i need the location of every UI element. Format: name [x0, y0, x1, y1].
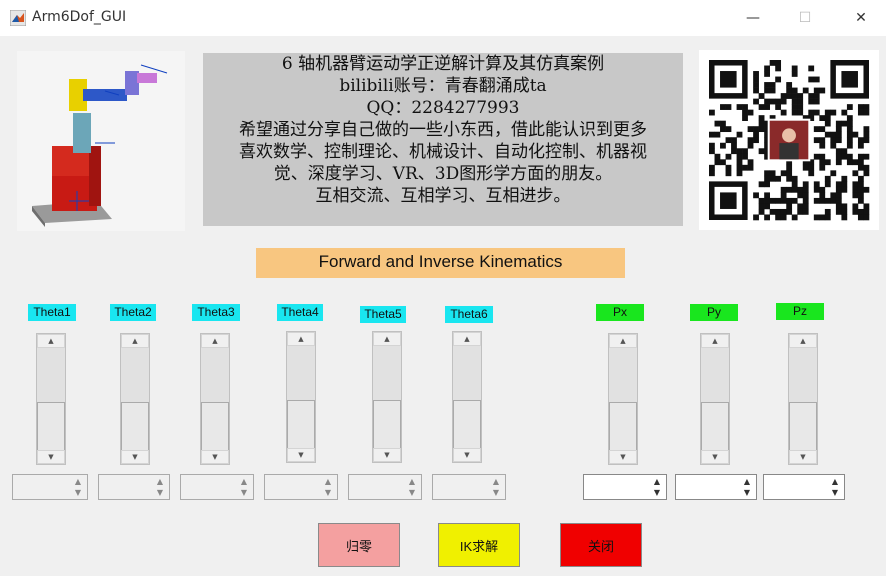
theta5-spinner[interactable]: ▲ ▼ [348, 474, 422, 500]
theta4-spinner[interactable]: ▲ ▼ [264, 474, 338, 500]
info-qq: QQ：2284277993 [366, 98, 520, 118]
theta2-slider-down-arrow[interactable]: ▼ [121, 450, 149, 464]
theta3-spinner[interactable]: ▲ ▼ [180, 474, 254, 500]
py-slider-thumb[interactable] [701, 402, 729, 452]
px-slider[interactable]: ▲ ▼ [608, 333, 638, 465]
theta3-slider[interactable]: ▲ ▼ [200, 333, 230, 465]
info-title: 6 轴机器臂运动学正逆解计算及其仿真案例 [281, 54, 605, 74]
px-spinner[interactable]: ▲ ▼ [583, 474, 667, 500]
pz-spinner[interactable]: ▲ ▼ [763, 474, 845, 500]
theta3-label: Theta3 [192, 304, 240, 321]
info-desc-2: 喜欢数学、控制理论、机械设计、自动化控制、机器视 [239, 142, 647, 162]
theta3-slider-up-arrow[interactable]: ▲ [201, 334, 229, 348]
theta5-slider-thumb[interactable] [373, 400, 401, 450]
theta6-slider-down-arrow[interactable]: ▼ [453, 448, 481, 462]
pz-slider-up-arrow[interactable]: ▲ [789, 334, 817, 348]
theta6-slider-up-arrow[interactable]: ▲ [453, 332, 481, 346]
py-slider[interactable]: ▲ ▼ [700, 333, 730, 465]
py-slider-down-arrow[interactable]: ▼ [701, 450, 729, 464]
window-title: Arm6Dof_GUI [32, 9, 127, 25]
pz-slider[interactable]: ▲ ▼ [788, 333, 818, 465]
theta5-spinner-arrows[interactable]: ▲ ▼ [405, 477, 419, 497]
ik-solve-button[interactable]: IK求解 [438, 523, 520, 567]
info-desc-1: 希望通过分享自己做的一些小东西，借此能认识到更多 [239, 120, 647, 140]
theta5-label: Theta5 [360, 306, 406, 323]
theta1-spinner[interactable]: ▲ ▼ [12, 474, 88, 500]
theta1-slider-thumb[interactable] [37, 402, 65, 452]
theta6-slider-thumb[interactable] [453, 400, 481, 450]
home-button[interactable]: 归零 [318, 523, 400, 567]
theta5-slider-down-arrow[interactable]: ▼ [373, 448, 401, 462]
matlab-app-icon [10, 10, 26, 26]
theta1-spinner-arrows[interactable]: ▲ ▼ [71, 477, 85, 497]
theta4-slider[interactable]: ▲ ▼ [286, 331, 316, 463]
theta4-slider-down-arrow[interactable]: ▼ [287, 448, 315, 462]
minimize-button[interactable]: — [730, 0, 776, 36]
theta2-slider-up-arrow[interactable]: ▲ [121, 334, 149, 348]
close-button[interactable]: 关闭 [560, 523, 642, 567]
theta6-slider[interactable]: ▲ ▼ [452, 331, 482, 463]
title-bar: Arm6Dof_GUI — ☐ ✕ [0, 0, 886, 36]
py-label: Py [690, 304, 738, 321]
pz-spinner-arrows[interactable]: ▲ ▼ [828, 477, 842, 497]
py-spinner-arrows[interactable]: ▲ ▼ [740, 477, 754, 497]
pz-slider-thumb[interactable] [789, 402, 817, 452]
theta3-spinner-arrows[interactable]: ▲ ▼ [237, 477, 251, 497]
theta6-label: Theta6 [445, 306, 493, 323]
theta6-spinner[interactable]: ▲ ▼ [432, 474, 506, 500]
theta6-spinner-arrows[interactable]: ▲ ▼ [489, 477, 503, 497]
theta4-spinner-arrows[interactable]: ▲ ▼ [321, 477, 335, 497]
theta2-label: Theta2 [110, 304, 156, 321]
theta5-slider-up-arrow[interactable]: ▲ [373, 332, 401, 346]
px-label: Px [596, 304, 644, 321]
theta1-slider-up-arrow[interactable]: ▲ [37, 334, 65, 348]
info-desc-4: 互相交流、互相学习、互相进步。 [315, 186, 571, 206]
theta4-slider-thumb[interactable] [287, 400, 315, 450]
kinematics-header: Forward and Inverse Kinematics [256, 248, 625, 278]
theta2-spinner[interactable]: ▲ ▼ [98, 474, 170, 500]
theta5-slider[interactable]: ▲ ▼ [372, 331, 402, 463]
maximize-button[interactable]: ☐ [782, 0, 828, 36]
info-desc-3: 觉、深度学习、VR、3D图形学方面的朋友。 [273, 164, 613, 184]
theta2-spinner-arrows[interactable]: ▲ ▼ [153, 477, 167, 497]
theta2-slider[interactable]: ▲ ▼ [120, 333, 150, 465]
info-panel: 6 轴机器臂运动学正逆解计算及其仿真案例 bilibili账号：青春翻涌成ta … [203, 53, 683, 226]
py-slider-up-arrow[interactable]: ▲ [701, 334, 729, 348]
info-bilibili: bilibili账号：青春翻涌成ta [339, 76, 547, 96]
pz-label: Pz [776, 303, 824, 320]
theta4-slider-up-arrow[interactable]: ▲ [287, 332, 315, 346]
pz-slider-down-arrow[interactable]: ▼ [789, 450, 817, 464]
theta4-label: Theta4 [277, 304, 323, 321]
window-close-button[interactable]: ✕ [838, 0, 884, 36]
px-slider-thumb[interactable] [609, 402, 637, 452]
qr-code-image [699, 50, 879, 230]
theta1-slider-down-arrow[interactable]: ▼ [37, 450, 65, 464]
theta1-slider[interactable]: ▲ ▼ [36, 333, 66, 465]
theta3-slider-down-arrow[interactable]: ▼ [201, 450, 229, 464]
py-spinner[interactable]: ▲ ▼ [675, 474, 757, 500]
px-slider-up-arrow[interactable]: ▲ [609, 334, 637, 348]
theta3-slider-thumb[interactable] [201, 402, 229, 452]
theta2-slider-thumb[interactable] [121, 402, 149, 452]
robot-arm-image [17, 51, 185, 231]
px-slider-down-arrow[interactable]: ▼ [609, 450, 637, 464]
px-spinner-arrows[interactable]: ▲ ▼ [650, 477, 664, 497]
theta1-label: Theta1 [28, 304, 76, 321]
